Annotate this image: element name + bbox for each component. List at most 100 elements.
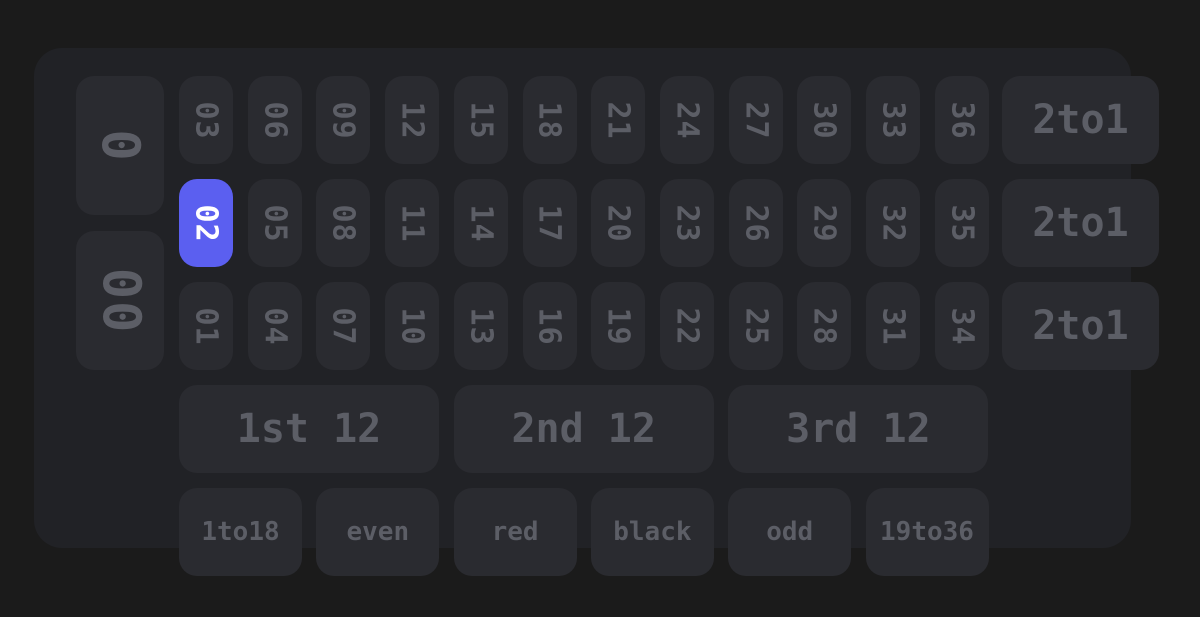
number-cell-36[interactable]: 36: [934, 76, 989, 164]
zero-00-cell[interactable]: 00: [76, 231, 164, 370]
number-cell-19-label: 19: [600, 306, 636, 346]
outside-bet-even-label: even: [346, 517, 410, 547]
number-cell-11-label: 11: [394, 203, 430, 243]
zero-00-label: 00: [90, 267, 150, 334]
number-cell-25-label: 25: [738, 306, 774, 346]
number-cell-24[interactable]: 24: [659, 76, 714, 164]
number-cell-21-label: 21: [600, 100, 636, 140]
outside-bet-1to18-label: 1to18: [201, 517, 280, 547]
dozen-bet-1-label: 1st 12: [236, 406, 382, 452]
number-cell-31-label: 31: [875, 306, 911, 346]
column-bet-1[interactable]: 2to1: [1002, 76, 1159, 164]
number-cell-10-label: 10: [394, 306, 430, 346]
number-cell-26-label: 26: [738, 203, 774, 243]
number-cell-15-label: 15: [463, 100, 499, 140]
outside-bet-black-label: black: [613, 517, 692, 547]
number-cell-16[interactable]: 16: [522, 282, 577, 370]
number-cell-33-label: 33: [875, 100, 911, 140]
number-cell-01-label: 01: [188, 306, 224, 346]
number-cell-19[interactable]: 19: [591, 282, 646, 370]
number-cell-05-label: 05: [257, 203, 293, 243]
number-cell-36-label: 36: [944, 100, 980, 140]
number-cell-29-label: 29: [806, 203, 842, 243]
number-cell-06-label: 06: [257, 100, 293, 140]
number-cell-13-label: 13: [463, 306, 499, 346]
number-cell-12-label: 12: [394, 100, 430, 140]
number-cell-10[interactable]: 10: [385, 282, 440, 370]
number-cell-07[interactable]: 07: [316, 282, 371, 370]
number-cell-18[interactable]: 18: [522, 76, 577, 164]
number-cell-14-label: 14: [463, 203, 499, 243]
number-cell-27-label: 27: [738, 100, 774, 140]
number-cell-23[interactable]: 23: [659, 179, 714, 267]
number-cell-22[interactable]: 22: [659, 282, 714, 370]
column-bet-3-label: 2to1: [1032, 303, 1129, 349]
column-bet-3[interactable]: 2to1: [1002, 282, 1159, 370]
column-bet-2-label: 2to1: [1032, 200, 1129, 246]
number-cell-35-label: 35: [944, 203, 980, 243]
number-cell-35[interactable]: 35: [934, 179, 989, 267]
number-cell-03-label: 03: [188, 100, 224, 140]
dozen-bet-3[interactable]: 3rd 12: [728, 385, 989, 473]
number-cell-18-label: 18: [532, 100, 567, 140]
dozen-bet-1[interactable]: 1st 12: [179, 385, 439, 473]
outside-bet-1to18[interactable]: 1to18: [179, 488, 302, 576]
number-cell-21[interactable]: 21: [591, 76, 646, 164]
number-cell-17[interactable]: 17: [522, 179, 577, 267]
column-bet-1-label: 2to1: [1032, 97, 1129, 143]
number-cell-26[interactable]: 26: [728, 179, 783, 267]
number-cell-06[interactable]: 06: [247, 76, 302, 164]
number-cell-32-label: 32: [875, 203, 911, 243]
number-cell-20-label: 20: [600, 203, 636, 243]
number-cell-16-label: 16: [532, 306, 567, 346]
number-cell-32[interactable]: 32: [866, 179, 920, 267]
number-cell-02[interactable]: 02: [179, 179, 233, 267]
number-cell-14[interactable]: 14: [453, 179, 508, 267]
number-cell-13[interactable]: 13: [453, 282, 508, 370]
number-cell-28[interactable]: 28: [797, 282, 852, 370]
outside-bet-red-label: red: [491, 517, 539, 547]
number-cell-02-label: 02: [188, 203, 224, 243]
number-cell-34[interactable]: 34: [934, 282, 989, 370]
dozen-bet-3-label: 3rd 12: [786, 406, 931, 452]
number-cell-09[interactable]: 09: [316, 76, 371, 164]
number-cell-30-label: 30: [806, 100, 842, 140]
number-cell-20[interactable]: 20: [591, 179, 646, 267]
number-cell-28-label: 28: [806, 306, 842, 346]
number-cell-09-label: 09: [325, 100, 361, 140]
number-cell-01[interactable]: 01: [179, 282, 233, 370]
number-cell-34-label: 34: [944, 306, 980, 346]
number-cell-04[interactable]: 04: [247, 282, 302, 370]
number-cell-30[interactable]: 30: [797, 76, 852, 164]
zero-0-cell[interactable]: 0: [76, 76, 164, 215]
outside-bet-red[interactable]: red: [453, 488, 577, 576]
dozen-bet-2[interactable]: 2nd 12: [453, 385, 714, 473]
dozen-bet-2-label: 2nd 12: [511, 406, 656, 452]
zero-0-label: 0: [90, 128, 150, 163]
number-cell-29[interactable]: 29: [797, 179, 852, 267]
outside-bet-black[interactable]: black: [590, 488, 714, 576]
outside-bet-odd[interactable]: odd: [728, 488, 852, 576]
outside-bet-19to36[interactable]: 19to36: [865, 488, 989, 576]
number-cell-04-label: 04: [257, 306, 293, 346]
number-cell-31[interactable]: 31: [866, 282, 920, 370]
number-cell-15[interactable]: 15: [453, 76, 508, 164]
outside-bet-odd-label: odd: [766, 517, 814, 547]
outside-bet-even[interactable]: even: [316, 488, 440, 576]
number-cell-12[interactable]: 12: [385, 76, 440, 164]
number-cell-33[interactable]: 33: [866, 76, 920, 164]
number-cell-07-label: 07: [325, 306, 361, 346]
number-cell-25[interactable]: 25: [728, 282, 783, 370]
number-cell-23-label: 23: [669, 203, 705, 243]
number-cell-11[interactable]: 11: [385, 179, 440, 267]
number-cell-27[interactable]: 27: [728, 76, 783, 164]
number-cell-22-label: 22: [669, 306, 705, 346]
outside-bet-19to36-label: 19to36: [880, 517, 974, 547]
number-cell-08-label: 08: [325, 203, 361, 243]
column-bet-2[interactable]: 2to1: [1002, 179, 1159, 267]
number-cell-03[interactable]: 03: [179, 76, 233, 164]
number-cell-05[interactable]: 05: [247, 179, 302, 267]
number-cell-24-label: 24: [669, 100, 705, 140]
number-cell-08[interactable]: 08: [316, 179, 371, 267]
number-cell-17-label: 17: [532, 203, 567, 243]
